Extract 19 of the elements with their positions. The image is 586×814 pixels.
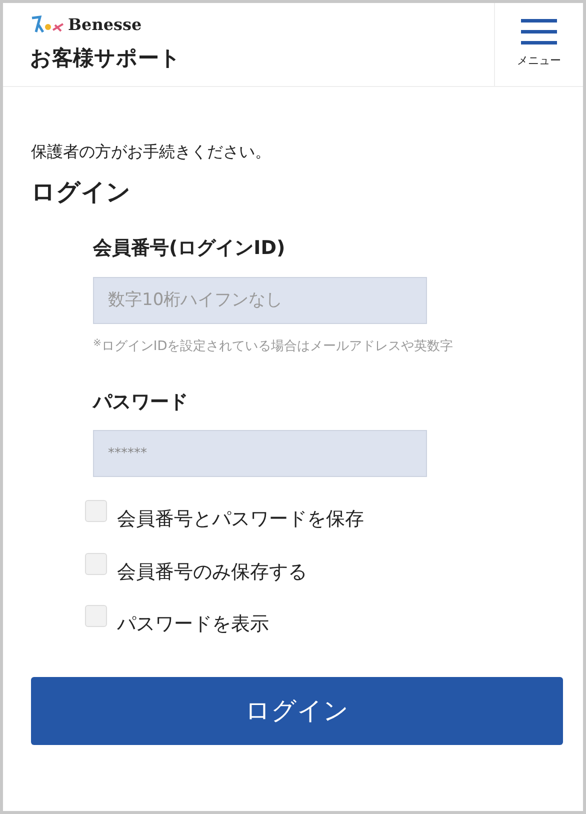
menu-icon (521, 19, 557, 46)
member-id-field[interactable]: 数字10桁ハイフンなし (93, 276, 427, 324)
checkbox[interactable] (85, 552, 107, 574)
checkbox-label: 会員番号とパスワードを保存 (117, 507, 364, 532)
login-heading: ログイン (31, 177, 132, 208)
checkbox-label: パスワードを表示 (117, 612, 269, 637)
login-button[interactable]: ログイン (31, 676, 563, 744)
menu-button[interactable]: メニュー (494, 3, 583, 86)
note-text: ログインIDを設定されている場合はメールアドレスや英数字 (101, 338, 454, 356)
note-mark: ※ (93, 336, 102, 350)
checkbox[interactable] (85, 500, 107, 522)
intro-text: 保護者の方がお手続きください。 (31, 141, 272, 163)
field-label: 会員番号(ログインID) (93, 236, 286, 261)
password-field[interactable]: ****** (93, 430, 427, 477)
logo-text: Benesse (68, 14, 142, 36)
page-title: お客様サポート (30, 45, 182, 72)
checkbox[interactable] (85, 605, 107, 627)
checkbox-label: 会員番号のみ保存する (117, 560, 307, 584)
field-label: パスワード (93, 390, 189, 414)
